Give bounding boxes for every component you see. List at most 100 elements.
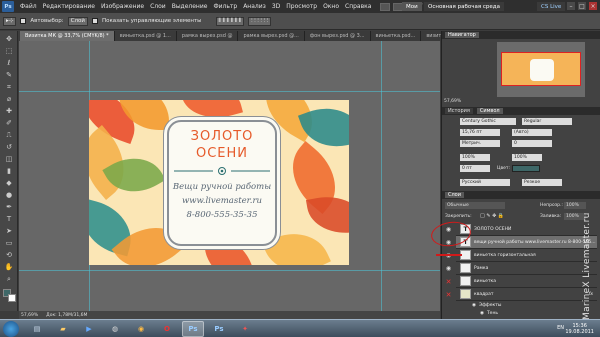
tab-ramka-2[interactable]: рамка вырез.psd @... — [238, 31, 305, 41]
lock-icons[interactable]: □ ✎ ✥ 🔒 — [480, 213, 504, 219]
kerning-field[interactable]: Метрич. — [460, 140, 500, 147]
tab-vinetka-2[interactable]: виньетка.psd... — [370, 31, 422, 41]
opera-icon[interactable]: O — [156, 321, 178, 337]
shadow-eye-icon[interactable]: ◉ — [480, 311, 484, 316]
status-zoom[interactable]: 57,69% — [21, 313, 38, 318]
folder-icon[interactable]: ▰ — [52, 321, 74, 337]
hidden-x-icon[interactable]: ✕ — [444, 289, 453, 300]
path-select-tool-icon[interactable]: ➤ — [4, 227, 14, 235]
blend-mode-select[interactable]: Обычные — [445, 202, 505, 209]
brush-tool-icon[interactable]: ✐ — [4, 119, 14, 127]
eraser-tool-icon[interactable]: ◫ — [4, 155, 14, 163]
menu-filter[interactable]: Фильтр — [210, 3, 240, 10]
stamp-tool-icon[interactable]: ⎍ — [4, 131, 14, 139]
tray-lang[interactable]: EN — [557, 325, 564, 331]
3d-rotate-tool-icon[interactable]: ⟲ — [4, 251, 14, 259]
align-icons[interactable]: ⫴ ⫴ ⫴ ⫴ ⫴ ⫴ — [215, 16, 245, 26]
antialias-select[interactable]: Резкое — [522, 179, 562, 186]
start-button-icon[interactable] — [3, 321, 19, 337]
background-color-swatch[interactable] — [8, 294, 16, 302]
layer-name[interactable]: вещи ручной работы www.livemaster.ru 8-8… — [474, 240, 596, 245]
layer-row-selected[interactable]: T вещи ручной работы www.livemaster.ru 8… — [456, 236, 597, 249]
font-style-select[interactable]: Regular — [522, 118, 572, 125]
hand-tool-icon[interactable]: ✋ — [4, 263, 14, 271]
cs-live-button[interactable]: CS Live — [537, 2, 566, 11]
type-tool-icon[interactable]: T — [4, 215, 14, 223]
text-color-swatch[interactable] — [512, 165, 540, 172]
navigator-thumbnail[interactable] — [497, 42, 585, 97]
autoselect-checkbox[interactable] — [20, 18, 27, 24]
app2-icon[interactable]: ◉ — [130, 321, 152, 337]
menu-select[interactable]: Выделение — [169, 3, 211, 10]
minimize-icon[interactable]: – — [567, 2, 575, 10]
show-controls-checkbox[interactable] — [91, 18, 98, 24]
layer-name[interactable]: виньетка горизонтальная — [474, 253, 536, 258]
explorer-icon[interactable]: ▤ — [26, 321, 48, 337]
healing-tool-icon[interactable]: ✚ — [4, 107, 14, 115]
workspace-essentials-button[interactable]: Основная рабочая среда — [424, 2, 504, 11]
layer-row[interactable]: Рамка — [456, 262, 597, 275]
photoshop-task-icon[interactable]: Ps — [182, 321, 204, 337]
layer-row[interactable]: виньетка — [456, 275, 597, 288]
distribute-icons[interactable]: ⫶ ⫶ ⫶ ⫶ ⫶ ⫶ — [248, 16, 272, 26]
tab-vinetka[interactable]: виньетка.psd @ 1... — [114, 31, 177, 41]
vertical-scale-field[interactable]: 100% — [460, 154, 490, 161]
layer-name[interactable]: квадрат — [474, 292, 493, 297]
hidden-x-icon[interactable]: ✕ — [444, 276, 453, 287]
tracking-field[interactable]: 0 — [512, 140, 552, 147]
navigator-preview[interactable] — [501, 52, 581, 86]
workspace-my-button[interactable]: Мои — [402, 2, 422, 11]
history-tab[interactable]: История — [445, 108, 473, 114]
autoselect-dropdown[interactable]: Слой — [67, 16, 88, 26]
layers-tab[interactable]: Слои — [445, 192, 464, 198]
pen-tool-icon[interactable]: ✒ — [4, 203, 14, 211]
restore-icon[interactable]: □ — [578, 2, 586, 10]
photoshop2-task-icon[interactable]: Ps — [208, 321, 230, 337]
menu-help[interactable]: Справка — [342, 3, 374, 10]
leading-field[interactable]: (Авто) — [512, 129, 552, 136]
menu-3d[interactable]: 3D — [269, 3, 283, 10]
navigator-tab[interactable]: Навигатор — [445, 32, 479, 38]
bridge-icon[interactable] — [380, 2, 391, 11]
menu-view[interactable]: Просмотр — [283, 3, 320, 10]
horizontal-scale-field[interactable]: 100% — [512, 154, 542, 161]
tab-vizitka[interactable]: Визитка МК @ 33,7% (CMYK/8) * — [20, 31, 115, 41]
move-tool-preset-icon[interactable]: ▸⊹ — [3, 16, 17, 26]
menu-edit[interactable]: Редактирование — [40, 3, 98, 10]
layer-row[interactable]: виньетка горизонтальная — [456, 249, 597, 262]
gradient-tool-icon[interactable]: ▮ — [4, 167, 14, 175]
app3-icon[interactable]: ✦ — [234, 321, 256, 337]
navigator-zoom[interactable]: 57,69% — [444, 99, 461, 104]
layer-row[interactable]: T ЗОЛОТО ОСЕНИ — [456, 223, 597, 236]
layer-name[interactable]: ЗОЛОТО ОСЕНИ — [474, 227, 511, 232]
visibility-eye-icon[interactable]: ◉ — [444, 263, 453, 274]
clock[interactable]: 15:36 19.08.2011 — [565, 323, 594, 335]
tab-ramka-1[interactable]: рамка вырез.psd @ — [176, 31, 239, 41]
menu-window[interactable]: Окно — [320, 3, 342, 10]
marquee-tool-icon[interactable]: ⬚ — [4, 47, 14, 55]
business-card-canvas[interactable]: ЗОЛОТО ОСЕНИ Вещи ручной работы www.live… — [89, 100, 349, 265]
font-size-field[interactable]: 15,76 пт — [460, 129, 500, 136]
language-select[interactable]: Русский — [460, 179, 510, 186]
history-brush-tool-icon[interactable]: ↺ — [4, 143, 14, 151]
layer-name[interactable]: виньетка — [474, 279, 496, 284]
menu-layers[interactable]: Слои — [147, 3, 169, 10]
font-family-select[interactable]: Century Gothic — [460, 118, 516, 125]
tab-fon[interactable]: фон вырез.psd @ 3... — [304, 31, 371, 41]
blur-tool-icon[interactable]: ◆ — [4, 179, 14, 187]
lasso-tool-icon[interactable]: ℓ — [4, 59, 14, 67]
baseline-field[interactable]: 0 пт — [460, 165, 490, 172]
menu-image[interactable]: Изображение — [98, 3, 147, 10]
menu-file[interactable]: Файл — [17, 3, 40, 10]
close-icon[interactable]: × — [589, 2, 597, 10]
dodge-tool-icon[interactable]: ● — [4, 191, 14, 199]
document-workspace[interactable]: ЗОЛОТО ОСЕНИ Вещи ручной работы www.live… — [19, 41, 440, 311]
layer-name[interactable]: Рамка — [474, 266, 488, 271]
menu-analysis[interactable]: Анализ — [240, 3, 269, 10]
eyedropper-tool-icon[interactable]: ⌀ — [4, 95, 14, 103]
quick-select-tool-icon[interactable]: ✎ — [4, 71, 14, 79]
zoom-tool-icon[interactable]: ⌕ — [4, 275, 14, 283]
visibility-eye-icon[interactable]: ◉ — [444, 250, 453, 261]
layer-row[interactable]: квадрат fx — [456, 288, 597, 301]
effects-row[interactable]: ◉ Эффекты — [468, 301, 597, 309]
